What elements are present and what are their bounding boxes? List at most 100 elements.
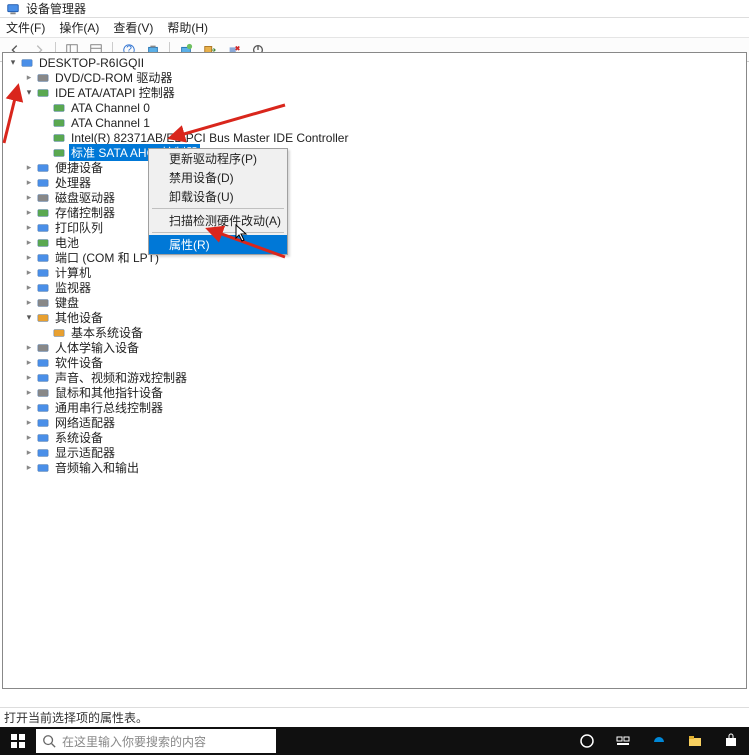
- tree-item[interactable]: ATA Channel 0: [3, 100, 746, 115]
- device-icon: [35, 86, 51, 100]
- device-icon: [51, 101, 67, 115]
- expand-icon[interactable]: [23, 162, 35, 174]
- cortana-icon[interactable]: [569, 727, 605, 755]
- tree-item[interactable]: 电池: [3, 235, 746, 250]
- tree-item[interactable]: 磁盘驱动器: [3, 190, 746, 205]
- context-menu-item[interactable]: 更新驱动程序(P): [149, 149, 287, 168]
- tree-item[interactable]: 显示适配器: [3, 445, 746, 460]
- status-text: 打开当前选择项的属性表。: [4, 709, 148, 726]
- tree-item[interactable]: IDE ATA/ATAPI 控制器: [3, 85, 746, 100]
- tree-item[interactable]: 键盘: [3, 295, 746, 310]
- expand-icon[interactable]: [23, 342, 35, 354]
- device-icon: [35, 311, 51, 325]
- menu-action[interactable]: 操作(A): [59, 19, 99, 36]
- expand-icon[interactable]: [23, 417, 35, 429]
- expand-icon[interactable]: [23, 402, 35, 414]
- tree-item[interactable]: 基本系统设备: [3, 325, 746, 340]
- tree-item[interactable]: 人体学输入设备: [3, 340, 746, 355]
- menu-help[interactable]: 帮助(H): [167, 19, 208, 36]
- device-icon: [51, 326, 67, 340]
- device-icon: [35, 221, 51, 235]
- device-icon: [35, 401, 51, 415]
- tree-item[interactable]: DVD/CD-ROM 驱动器: [3, 70, 746, 85]
- store-icon[interactable]: [713, 727, 749, 755]
- search-placeholder: 在这里输入你要搜索的内容: [62, 733, 206, 750]
- taskbar-search[interactable]: 在这里输入你要搜索的内容: [36, 729, 276, 753]
- edge-icon[interactable]: [641, 727, 677, 755]
- expand-icon[interactable]: [23, 207, 35, 219]
- menu-divider: [152, 232, 284, 233]
- tree-label: 音频输入和输出: [53, 459, 141, 476]
- computer-icon: [19, 56, 35, 70]
- tree-item[interactable]: 声音、视频和游戏控制器: [3, 370, 746, 385]
- device-icon: [35, 341, 51, 355]
- tree-item[interactable]: ATA Channel 1: [3, 115, 746, 130]
- expand-icon[interactable]: [23, 297, 35, 309]
- device-icon: [35, 386, 51, 400]
- expand-icon[interactable]: [7, 57, 19, 69]
- task-view-icon[interactable]: [605, 727, 641, 755]
- expand-icon[interactable]: [23, 447, 35, 459]
- context-menu: 更新驱动程序(P)禁用设备(D)卸载设备(U) 扫描检测硬件改动(A) 属性(R): [148, 148, 288, 255]
- device-icon: [35, 161, 51, 175]
- tree-label: ATA Channel 0: [69, 101, 152, 115]
- start-button[interactable]: [0, 727, 36, 755]
- tree-item[interactable]: 处理器: [3, 175, 746, 190]
- tree-item[interactable]: 打印队列: [3, 220, 746, 235]
- expand-icon[interactable]: [23, 267, 35, 279]
- taskbar: 在这里输入你要搜索的内容: [0, 727, 749, 755]
- device-icon: [35, 176, 51, 190]
- tree-label: Intel(R) 82371AB/EB PCI Bus Master IDE C…: [69, 131, 350, 145]
- tree-item[interactable]: 便捷设备: [3, 160, 746, 175]
- device-icon: [35, 71, 51, 85]
- device-icon: [35, 296, 51, 310]
- tree-item[interactable]: 存储控制器: [3, 205, 746, 220]
- window-title: 设备管理器: [26, 0, 86, 17]
- device-icon: [35, 431, 51, 445]
- tree-item[interactable]: 计算机: [3, 265, 746, 280]
- tree-item[interactable]: 标准 SATA AHCI 控制器: [3, 145, 746, 160]
- tree-item[interactable]: 端口 (COM 和 LPT): [3, 250, 746, 265]
- menu-divider: [152, 208, 284, 209]
- device-icon: [35, 206, 51, 220]
- tree-label: IDE ATA/ATAPI 控制器: [53, 84, 177, 101]
- context-menu-item[interactable]: 属性(R): [149, 235, 287, 254]
- file-explorer-icon[interactable]: [677, 727, 713, 755]
- tree-item[interactable]: Intel(R) 82371AB/EB PCI Bus Master IDE C…: [3, 130, 746, 145]
- device-icon: [35, 251, 51, 265]
- expand-icon[interactable]: [23, 222, 35, 234]
- tree-item[interactable]: 软件设备: [3, 355, 746, 370]
- expand-icon[interactable]: [23, 432, 35, 444]
- context-menu-item[interactable]: 禁用设备(D): [149, 168, 287, 187]
- menu-file[interactable]: 文件(F): [6, 19, 45, 36]
- expand-icon[interactable]: [23, 387, 35, 399]
- title-bar: 设备管理器: [0, 0, 749, 18]
- expand-icon[interactable]: [23, 312, 35, 324]
- context-menu-item[interactable]: 卸载设备(U): [149, 187, 287, 206]
- expand-icon[interactable]: [23, 372, 35, 384]
- expand-icon[interactable]: [23, 72, 35, 84]
- menu-view[interactable]: 查看(V): [113, 19, 153, 36]
- device-icon: [35, 266, 51, 280]
- tree-item[interactable]: 音频输入和输出: [3, 460, 746, 475]
- tree-item[interactable]: 其他设备: [3, 310, 746, 325]
- app-icon: [6, 2, 20, 16]
- tree-item[interactable]: 监视器: [3, 280, 746, 295]
- tree-item[interactable]: 通用串行总线控制器: [3, 400, 746, 415]
- expand-icon[interactable]: [23, 357, 35, 369]
- expand-icon[interactable]: [23, 237, 35, 249]
- device-tree[interactable]: DESKTOP-R6IGQIIDVD/CD-ROM 驱动器IDE ATA/ATA…: [2, 52, 747, 689]
- device-icon: [35, 416, 51, 430]
- expand-icon[interactable]: [23, 177, 35, 189]
- tree-label: DESKTOP-R6IGQII: [37, 56, 146, 70]
- context-menu-item[interactable]: 扫描检测硬件改动(A): [149, 211, 287, 230]
- expand-icon[interactable]: [23, 462, 35, 474]
- expand-icon[interactable]: [23, 282, 35, 294]
- expand-icon[interactable]: [23, 87, 35, 99]
- tree-item[interactable]: 系统设备: [3, 430, 746, 445]
- expand-icon[interactable]: [23, 252, 35, 264]
- tree-item[interactable]: 鼠标和其他指针设备: [3, 385, 746, 400]
- expand-icon[interactable]: [23, 192, 35, 204]
- tree-root[interactable]: DESKTOP-R6IGQII: [3, 55, 746, 70]
- tree-item[interactable]: 网络适配器: [3, 415, 746, 430]
